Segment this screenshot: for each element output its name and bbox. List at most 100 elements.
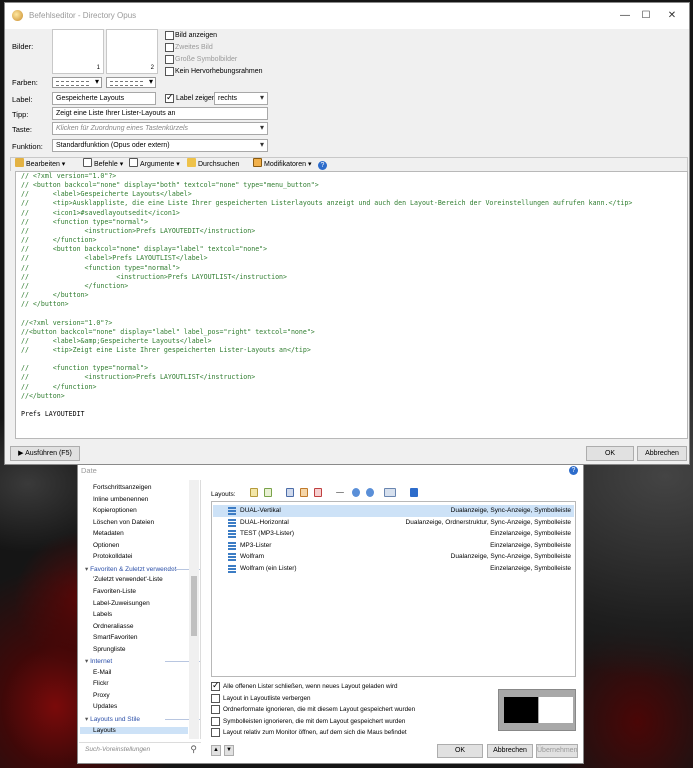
arguments-menu[interactable]: Argumente ▾: [129, 158, 180, 171]
help-icon[interactable]: ?: [569, 466, 578, 475]
tree-item[interactable]: Sprungliste: [93, 646, 126, 653]
edit-menu[interactable]: Bearbeiten ▾: [15, 158, 65, 171]
code-line: Prefs LAYOUTEDIT: [21, 410, 85, 419]
tree-item[interactable]: 'Zuletzt verwendet'-Liste: [93, 576, 163, 583]
code-line: // <function type="normal">: [21, 364, 149, 373]
tree-item[interactable]: SmartFavoriten: [93, 634, 137, 641]
tree-item[interactable]: E-Mail: [93, 669, 111, 676]
move-up-icon[interactable]: [352, 488, 360, 497]
scroll-down-button[interactable]: ▼: [224, 745, 234, 756]
layout-option-checkbox[interactable]: [211, 728, 220, 738]
images-label: Bilder:: [12, 42, 34, 51]
modifiers-menu-label: Modifikatoren: [264, 161, 307, 168]
tree-item[interactable]: Favoriten-Liste: [93, 588, 136, 595]
tree-item[interactable]: Labels: [93, 611, 112, 618]
layout-row[interactable]: DUAL-Horizontal Dualanzeige, Ordnerstrukt…: [213, 517, 574, 529]
layout-row[interactable]: Wolfram Dualanzeige, Sync-Anzeige, Symbol…: [213, 551, 574, 563]
layout-row[interactable]: TEST (MP3-Lister) Einzelanzeige, Symbolle…: [213, 528, 574, 540]
export-layout-icon[interactable]: [300, 488, 308, 497]
tree-item[interactable]: Updates: [93, 703, 117, 710]
move-down-icon[interactable]: [366, 488, 374, 497]
image-option-label: Kein Hervorhebungsrahmen: [175, 68, 263, 75]
tree-category[interactable]: Favoriten & Zuletzt verwendet: [85, 565, 200, 573]
view-options-icon[interactable]: [384, 488, 396, 497]
image-slot-2[interactable]: 2: [106, 29, 158, 74]
hotkey-input[interactable]: Klicken für Zuordnung eines Tastenkürzel…: [52, 122, 268, 135]
image-slot-number: 1: [96, 65, 100, 71]
label-input[interactable]: Gespeicherte Layouts: [52, 92, 156, 105]
modifiers-menu[interactable]: Modifikatoren ▾: [253, 158, 312, 171]
scrollbar-thumb[interactable]: [191, 576, 197, 636]
image-option-checkbox[interactable]: [165, 31, 174, 40]
background-color-picker[interactable]: [106, 77, 156, 88]
scroll-up-button[interactable]: ▲: [211, 745, 221, 756]
search-input[interactable]: Such-Voreinstellungen: [85, 746, 150, 753]
text-color-picker[interactable]: [52, 77, 102, 88]
layout-option-checkbox[interactable]: [211, 693, 220, 703]
commands-menu-label: Befehle: [94, 161, 118, 168]
tree-category[interactable]: Internet: [85, 657, 200, 665]
show-label-checkbox[interactable]: [165, 92, 174, 103]
browse-button[interactable]: Durchsuchen: [187, 158, 239, 171]
code-line: // <label>Prefs LAYOUTLIST</label>: [21, 254, 208, 263]
new-layout-icon[interactable]: [250, 488, 258, 497]
layout-option-checkbox[interactable]: [211, 680, 220, 691]
layout-option-label: Layout relativ zum Monitor öffnen, auf d…: [223, 729, 407, 737]
run-button[interactable]: ▶ Ausführen (F5): [10, 446, 80, 461]
tree-item[interactable]: Metadaten: [93, 530, 124, 537]
layout-name: DUAL-Horizontal: [240, 518, 289, 526]
tree-item[interactable]: Protokolldatei: [93, 553, 132, 560]
image-slot-number: 2: [150, 65, 154, 71]
commands-menu[interactable]: Befehle ▾: [83, 158, 123, 171]
ok-button[interactable]: OK: [586, 446, 634, 461]
tree-item[interactable]: Label-Zuweisungen: [93, 600, 150, 607]
tree-item[interactable]: Inline umbenennen: [93, 496, 148, 503]
prefs-apply-button[interactable]: Übernehmen: [536, 744, 578, 758]
search-icon: ⚲: [190, 744, 197, 754]
tree-item[interactable]: Fortschrittsanzeigen: [93, 484, 152, 491]
close-button[interactable]: ✕: [655, 3, 689, 29]
layout-description: Einzelanzeige, Symbolleiste: [490, 530, 571, 538]
tree-item[interactable]: Kopieroptionen: [93, 507, 137, 514]
tree-item[interactable]: Proxy: [93, 692, 110, 699]
layout-option-label: Alle offenen Lister schließen, wenn neue…: [223, 683, 398, 690]
tree-category[interactable]: Layouts und Stile: [85, 715, 200, 723]
prefs-ok-button[interactable]: OK: [437, 744, 483, 758]
copy-layout-icon[interactable]: [264, 488, 272, 497]
delete-layout-icon[interactable]: [314, 488, 322, 497]
code-editor[interactable]: // <?xml version="1.0"?> // <button back…: [15, 171, 688, 439]
pencil-icon: [15, 158, 24, 167]
layout-option-checkbox[interactable]: [211, 705, 220, 715]
layout-row[interactable]: MP3-Lister Einzelanzeige, Symbolleiste: [213, 540, 574, 552]
prefs-cancel-button[interactable]: Abbrechen: [487, 744, 533, 758]
tree-scrollbar[interactable]: [189, 480, 199, 739]
image-option-label: Große Symbolbilder: [175, 56, 238, 63]
layout-row[interactable]: Wolfram (ein Lister) Einzelanzeige, Symbo…: [213, 563, 574, 575]
open-layout-icon[interactable]: [410, 488, 418, 497]
layout-option-checkbox[interactable]: [211, 716, 220, 726]
image-slot-1[interactable]: 1: [52, 29, 104, 74]
tip-input[interactable]: Zeigt eine Liste Ihrer Lister-Layouts an: [52, 107, 268, 120]
layout-row[interactable]: DUAL-Vertikal Dualanzeige, Sync-Anzeige, …: [213, 505, 574, 517]
code-text[interactable]: // <?xml version="1.0"?> // <button back…: [16, 172, 687, 419]
search-field[interactable]: Such-Voreinstellungen ⚲: [79, 742, 201, 756]
layout-options: Alle offenen Lister schließen, wenn neue…: [211, 680, 491, 742]
tree-item[interactable]: Layouts: [80, 726, 188, 734]
prefs-tree[interactable]: Fortschrittsanzeigen Inline umbenennen Kop…: [79, 480, 201, 739]
tree-item[interactable]: Optionen: [93, 542, 119, 549]
image-option-checkbox[interactable]: [165, 67, 174, 76]
help-button[interactable]: ?: [318, 158, 329, 171]
tree-item[interactable]: Ordneraliasse: [93, 623, 133, 630]
save-layout-icon[interactable]: [286, 488, 294, 497]
command-icon: [83, 158, 92, 167]
layouts-list[interactable]: DUAL-Vertikal Dualanzeige, Sync-Anzeige, …: [211, 501, 576, 677]
function-type-select[interactable]: Standardfunktion (Opus oder extern): [52, 139, 268, 152]
title-bar[interactable]: Befehlseditor - Directory Opus — ☐ ✕: [5, 3, 689, 29]
label-position-select[interactable]: rechts: [214, 92, 268, 105]
layout-option-label: Layout in Layoutliste verbergen: [223, 694, 311, 702]
image-option-label: Zweites Bild: [175, 44, 213, 51]
layouts-label: Layouts:: [211, 491, 236, 498]
cancel-button[interactable]: Abbrechen: [637, 446, 687, 461]
tree-item[interactable]: Löschen von Dateien: [93, 519, 154, 526]
tree-item[interactable]: Flickr: [93, 680, 109, 687]
